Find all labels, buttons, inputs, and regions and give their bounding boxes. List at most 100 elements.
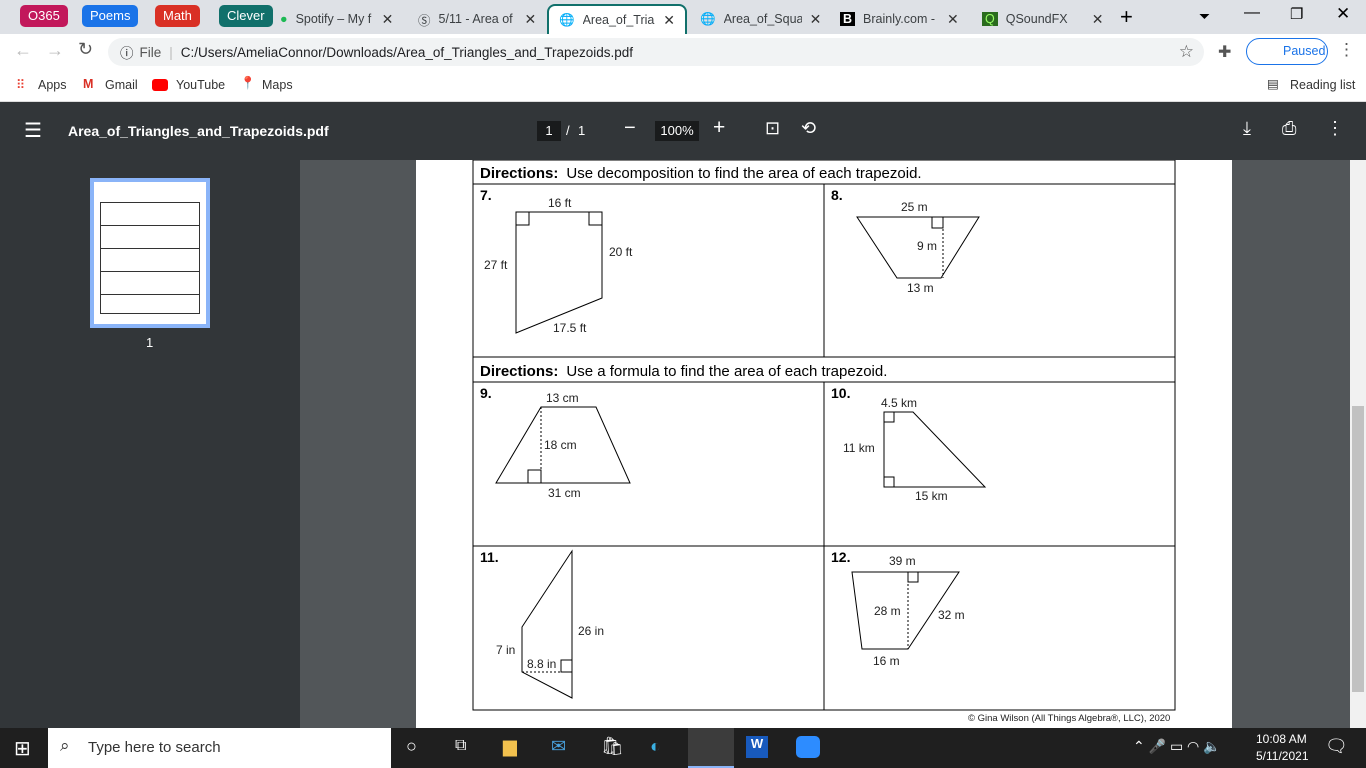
minimize-button[interactable]: — <box>1244 4 1260 22</box>
profile-button[interactable]: Paused <box>1246 38 1328 65</box>
svg-text:25 m: 25 m <box>901 200 928 214</box>
worksheet: Directions: Use decomposition to find the… <box>472 159 1176 724</box>
close-icon[interactable]: ✕ <box>663 12 675 29</box>
reload-button[interactable]: ↻ <box>78 39 93 60</box>
mail-icon[interactable]: ✉ <box>551 736 566 757</box>
svg-text:26 in: 26 in <box>578 624 604 638</box>
svg-text:7.: 7. <box>480 187 492 203</box>
search-icon: ⌕ <box>60 736 70 755</box>
problem-7: 7. 16 ft 27 ft 20 ft 17.5 ft <box>480 187 633 335</box>
word-icon[interactable]: W <box>746 736 768 758</box>
close-window-button[interactable]: ✕ <box>1336 4 1350 24</box>
star-icon[interactable]: ☆ <box>1179 42 1194 62</box>
tab-title: Brainly.com - I <box>863 12 940 26</box>
download-icon[interactable]: ⤓ <box>1243 118 1251 139</box>
extensions-icon[interactable]: ✚ <box>1218 42 1231 62</box>
close-icon[interactable]: ✕ <box>947 11 959 28</box>
forward-button[interactable]: → <box>46 40 64 61</box>
rotate-icon[interactable]: ⟲ <box>801 118 816 139</box>
svg-text:11.: 11. <box>480 549 499 565</box>
notifications-icon[interactable]: 🗨 <box>1325 736 1348 757</box>
restore-button[interactable]: ❐ <box>1290 5 1303 23</box>
svg-text:13 cm: 13 cm <box>546 391 579 405</box>
problem-9: 9. 13 cm 18 cm 31 cm <box>480 385 631 500</box>
profile-status: Paused <box>1283 44 1326 58</box>
tab-qsoundfx[interactable]: Q QSoundFX ✕ <box>972 4 1113 34</box>
qsound-icon: Q <box>982 12 998 26</box>
directions-1: Directions: Use decomposition to find the… <box>480 165 922 182</box>
fit-page-icon[interactable]: ⊡ <box>765 118 780 139</box>
tab-spotify[interactable]: ● Spotify – My f ✕ <box>270 4 403 34</box>
svg-text:16 m: 16 m <box>873 654 900 668</box>
tab-search-icon[interactable]: ⏷ <box>1199 8 1210 25</box>
scrollbar-thumb[interactable] <box>1352 406 1364 692</box>
svg-text:9 m: 9 m <box>917 239 937 253</box>
scheme-label: File <box>139 44 162 60</box>
cortana-icon[interactable]: ○ <box>406 736 417 757</box>
zoom-input[interactable]: 100% <box>655 121 699 141</box>
clock-time[interactable]: 10:08 AM <box>1256 732 1307 746</box>
scrollbar[interactable] <box>1350 160 1366 728</box>
svg-text:17.5 ft: 17.5 ft <box>553 321 587 335</box>
thumbnail-sidebar: 1 <box>0 160 300 728</box>
copyright: © Gina Wilson (All Things Algebra®, LLC)… <box>968 713 1170 724</box>
problem-8: 8. 25 m 9 m 13 m <box>831 187 980 295</box>
reading-list-button[interactable]: Reading list <box>1290 78 1355 92</box>
page-total: 1 <box>578 123 586 138</box>
taskbar-search[interactable]: ⌕ Type here to search <box>48 728 391 768</box>
directions-2: Directions: Use a formula to find the are… <box>480 363 887 380</box>
address-bar[interactable]: ⓘ File | C:/Users/AmeliaConnor/Downloads… <box>108 38 1204 66</box>
zoom-out-button[interactable]: − <box>624 117 636 140</box>
pdf-page: Directions: Use decomposition to find the… <box>416 159 1232 728</box>
bookmark-gmail[interactable]: Gmail <box>105 78 138 92</box>
close-icon[interactable]: ✕ <box>525 11 537 28</box>
bookmark-youtube[interactable]: YouTube <box>176 78 225 92</box>
chrome-taskbar-button[interactable] <box>688 728 734 768</box>
tab-area-squares[interactable]: 🌐 Area_of_Squar ✕ <box>690 4 831 34</box>
page-thumbnail[interactable] <box>90 178 210 328</box>
svg-text:32 m: 32 m <box>938 608 965 622</box>
close-icon[interactable]: ✕ <box>810 11 822 28</box>
url-text[interactable]: C:/Users/AmeliaConnor/Downloads/Area_of_… <box>181 45 633 60</box>
file-explorer-icon[interactable]: ▆ <box>503 736 517 757</box>
gmail-icon: M <box>83 77 94 91</box>
menu-icon[interactable]: ⋮ <box>1338 40 1355 60</box>
zoom-app-icon[interactable] <box>796 736 820 758</box>
tab-group-math[interactable]: Math <box>155 5 200 27</box>
apps-icon: ⠿ <box>16 78 26 92</box>
svg-text:20 ft: 20 ft <box>609 245 633 259</box>
tab-area-triangles[interactable]: 🌐 Area_of_Triang ✕ <box>547 4 687 34</box>
zoom-in-button[interactable]: + <box>713 116 725 140</box>
problem-12: 12. 39 m 28 m 32 m 16 m <box>831 549 965 668</box>
close-icon[interactable]: ✕ <box>382 11 394 28</box>
print-icon[interactable]: ⎙ <box>1282 118 1296 139</box>
bookmark-maps[interactable]: Maps <box>262 78 293 92</box>
svg-text:9.: 9. <box>480 385 492 401</box>
tab-schoology[interactable]: Ⓢ 5/11 - Area of ✕ <box>408 4 546 34</box>
page-number-input[interactable]: 1 <box>537 121 561 141</box>
back-button[interactable]: ← <box>14 40 32 61</box>
svg-text:13 m: 13 m <box>907 281 934 295</box>
svg-text:4.5 km: 4.5 km <box>881 396 917 410</box>
svg-text:31 cm: 31 cm <box>548 486 581 500</box>
more-options-icon[interactable]: ⋮ <box>1326 118 1344 139</box>
tab-group-poems[interactable]: Poems <box>82 5 139 27</box>
task-view-icon[interactable]: ⧉ <box>455 737 466 755</box>
info-icon: ⓘ <box>120 46 134 61</box>
svg-text:8.: 8. <box>831 187 843 203</box>
tab-group-clever[interactable]: Clever <box>219 5 273 27</box>
close-icon[interactable]: ✕ <box>1092 11 1104 28</box>
bookmark-apps[interactable]: Apps <box>38 78 67 92</box>
system-tray-icons[interactable]: ⌃ 🎤 ▭ ◠ 🔈 <box>1133 738 1221 755</box>
store-icon[interactable]: 🛍 <box>601 736 624 757</box>
tab-group-o365[interactable]: O365 <box>20 5 68 27</box>
edge-icon[interactable]: ◐ <box>650 736 661 757</box>
new-tab-button[interactable]: + <box>1120 4 1133 30</box>
clock-date[interactable]: 5/11/2021 <box>1256 749 1309 763</box>
hamburger-menu-icon[interactable]: ☰ <box>24 118 42 143</box>
tab-brainly[interactable]: B Brainly.com - I ✕ <box>830 4 969 34</box>
windows-start-icon[interactable]: ⊞ <box>14 736 31 761</box>
svg-text:27 ft: 27 ft <box>484 258 508 272</box>
pdf-toolbar: ☰ Area_of_Triangles_and_Trapezoids.pdf 1… <box>0 102 1366 160</box>
tab-title: Spotify – My f <box>295 12 372 26</box>
